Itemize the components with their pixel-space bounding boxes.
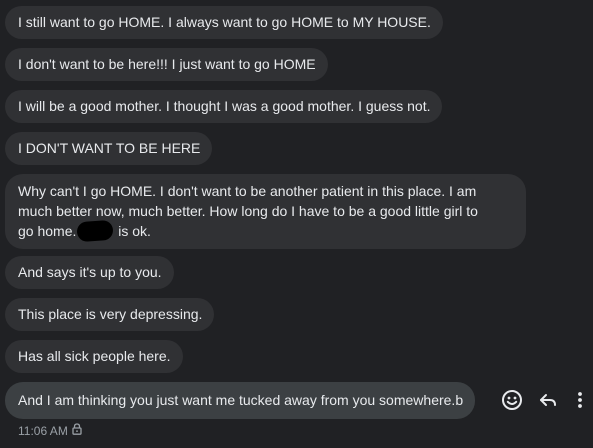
message-text-line: much better now, much better. How long d… [18,203,478,219]
message-text-line: Why can't I go HOME. I don't want to be … [18,183,477,199]
message-text: I don't want to be here!!! I just want t… [18,56,316,72]
message-bubble-hovered[interactable]: And I am thinking you just want me tucke… [5,382,476,419]
more-vert-icon [577,390,583,415]
message-bubble[interactable]: Why can't I go HOME. I don't want to be … [5,174,526,249]
reply-arrow-icon [538,390,558,415]
reply-button[interactable] [534,388,562,416]
timestamp: 11:06 AM [18,424,68,438]
message-bubble[interactable]: This place is very depressing. [5,298,215,331]
message-bubble[interactable]: I DON'T WANT TO BE HERE [5,132,213,165]
message-meta: 11:06 AM [18,423,82,439]
redaction-mark [76,219,115,243]
message-text: is ok. [118,223,151,239]
message-bubble[interactable]: I still want to go HOME. I always want t… [5,6,443,39]
smiley-icon [501,389,523,416]
message-text: I DON'T WANT TO BE HERE [18,140,201,156]
message-text: Has all sick people here. [18,348,171,364]
message-text: This place is very depressing. [18,306,203,322]
message-text: I will be a good mother. I thought I was… [18,98,431,114]
message-text: And says it's up to you. [18,264,162,280]
message-bubble[interactable]: I will be a good mother. I thought I was… [5,90,443,123]
message-text: go home. [18,223,77,239]
message-actions [498,388,593,416]
message-bubble[interactable]: I don't want to be here!!! I just want t… [5,48,328,81]
message-bubble[interactable]: Has all sick people here. [5,340,183,373]
message-text: I still want to go HOME. I always want t… [18,14,431,30]
more-options-button[interactable] [570,388,590,416]
react-button[interactable] [498,388,526,416]
lock-icon [72,423,82,439]
message-bubble[interactable]: And says it's up to you. [5,256,174,289]
message-thread: I still want to go HOME. I always want t… [0,0,593,448]
message-text: And I am thinking you just want me tucke… [18,392,464,408]
message-text-line: go home. is ok. [18,219,514,243]
